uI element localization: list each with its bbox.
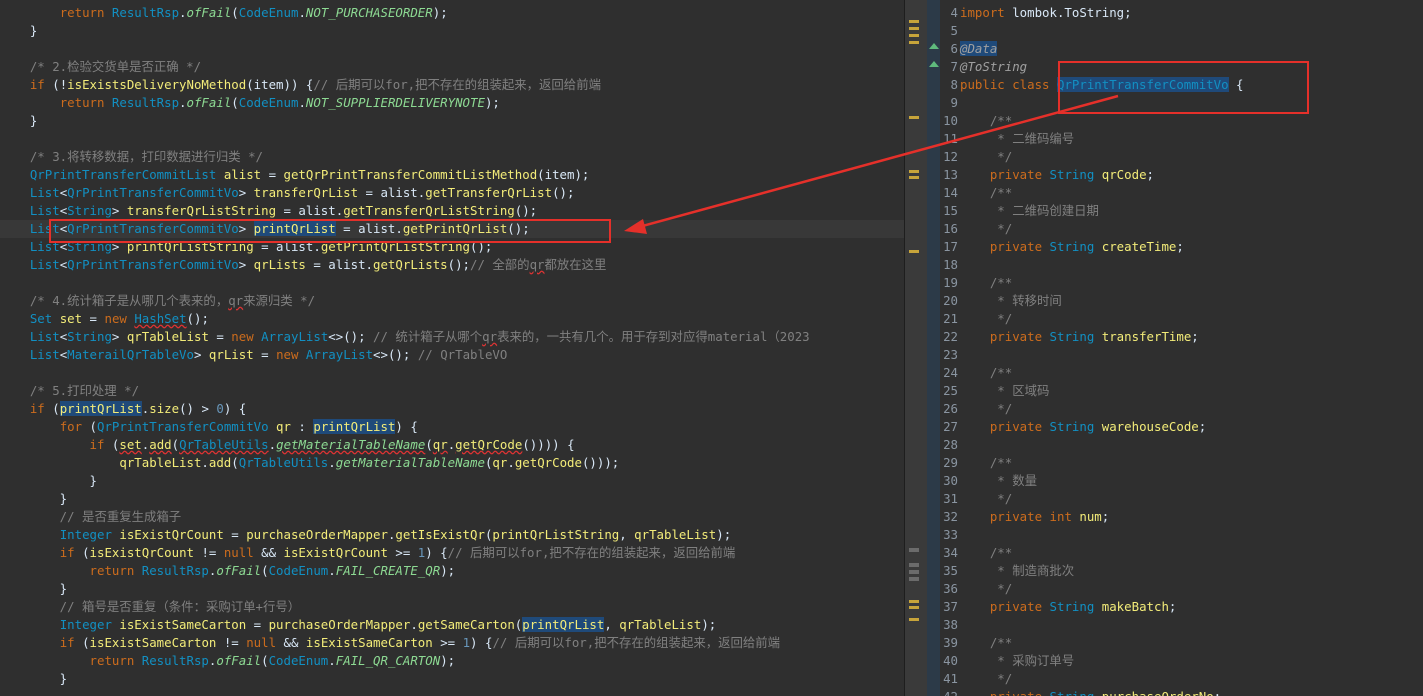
arrow-head [624, 219, 647, 234]
annotation-arrow [624, 94, 1119, 234]
arrow-line [634, 94, 1119, 230]
